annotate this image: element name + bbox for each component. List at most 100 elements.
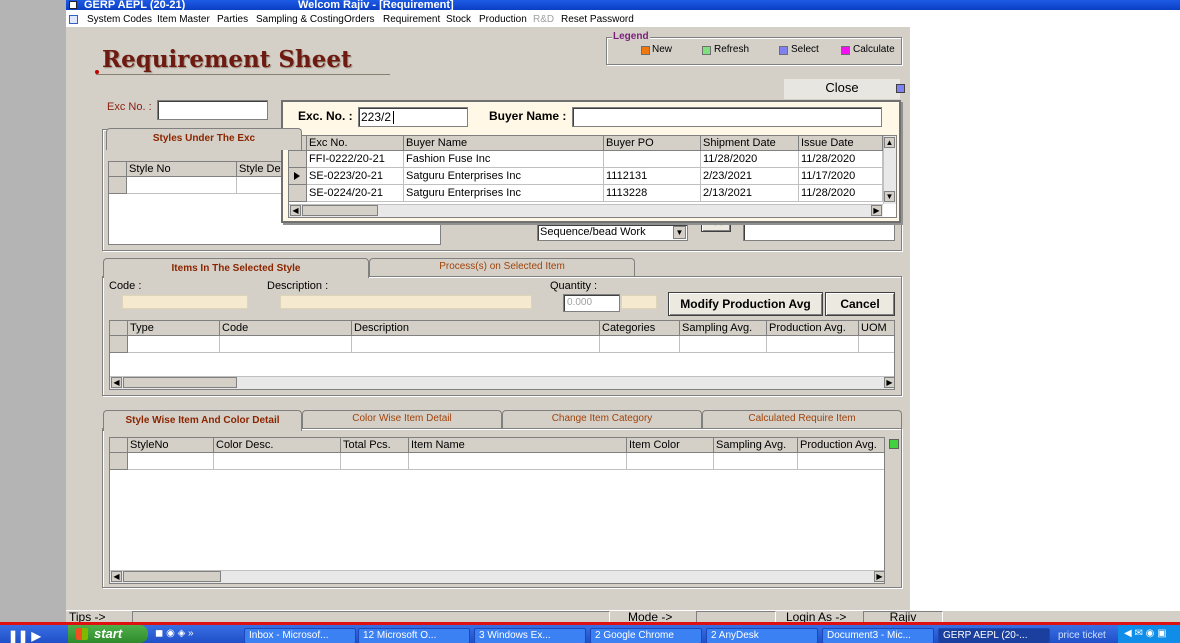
items-cell[interactable] — [680, 336, 767, 353]
detail-col-style-no[interactable]: StyleNo — [128, 438, 214, 453]
detail-col-production-avg[interactable]: Production Avg. — [798, 438, 884, 453]
items-cell[interactable] — [220, 336, 352, 353]
popup-cell-issue[interactable]: 11/17/2020 — [799, 168, 883, 185]
process-select[interactable]: Sequence/bead Work ▼ — [537, 224, 688, 241]
refresh-square-icon[interactable] — [889, 439, 899, 449]
popup-row-selector-current[interactable] — [289, 168, 307, 185]
popup-cell-shipment[interactable]: 11/28/2020 — [701, 151, 799, 168]
items-cell[interactable] — [859, 336, 894, 353]
menu-reset-password[interactable]: Reset Password — [561, 14, 634, 26]
scroll-right-icon[interactable]: ▶ — [884, 377, 894, 388]
tab-items-in-style[interactable]: Items In The Selected Style — [103, 258, 369, 278]
start-button[interactable]: start — [68, 625, 148, 643]
tab-calculated-require-item[interactable]: Calculated Require Item — [702, 410, 902, 428]
modify-production-avg-button[interactable]: Modify Production Avg — [668, 292, 823, 316]
scroll-left-icon[interactable]: ◀ — [290, 205, 301, 216]
popup-row-selector[interactable] — [289, 151, 307, 168]
chevron-down-icon[interactable]: ▼ — [673, 226, 686, 239]
detail-col-item-color[interactable]: Item Color — [627, 438, 714, 453]
detail-cell[interactable] — [714, 453, 798, 470]
scroll-down-icon[interactable]: ▼ — [884, 191, 895, 202]
popup-col-issue-date[interactable]: Issue Date — [799, 136, 883, 151]
menu-system-codes[interactable]: System Codes — [87, 14, 152, 26]
scroll-thumb[interactable] — [123, 571, 221, 582]
tab-process-on-item[interactable]: Process(s) on Selected Item — [369, 258, 635, 276]
task-document[interactable]: Document3 - Mic... — [822, 628, 934, 643]
close-button[interactable]: Close — [784, 79, 900, 99]
popup-cell-po[interactable]: 1112131 — [604, 168, 701, 185]
task-gerp-active[interactable]: GERP AEPL (20-... — [938, 628, 1050, 643]
items-col-sampling-avg[interactable]: Sampling Avg. — [680, 321, 767, 336]
detail-cell[interactable] — [214, 453, 341, 470]
items-cell[interactable] — [767, 336, 859, 353]
menu-stock[interactable]: Stock — [446, 14, 471, 26]
menu-parties[interactable]: Parties — [217, 14, 248, 26]
popup-cell-shipment[interactable]: 2/13/2021 — [701, 185, 799, 202]
scroll-right-icon[interactable]: ▶ — [874, 571, 884, 582]
detail-col-item-name[interactable]: Item Name — [409, 438, 627, 453]
popup-cell-po[interactable] — [604, 151, 701, 168]
items-row-selector[interactable] — [110, 336, 128, 353]
detail-row-selector[interactable] — [110, 453, 128, 470]
menu-production[interactable]: Production — [479, 14, 527, 26]
tab-color-wise-item[interactable]: Color Wise Item Detail — [302, 410, 502, 428]
menu-orders[interactable]: Orders — [344, 14, 375, 26]
popup-col-buyer-name[interactable]: Buyer Name — [404, 136, 604, 151]
scroll-thumb[interactable] — [302, 205, 378, 216]
menu-item-master[interactable]: Item Master — [157, 14, 210, 26]
detail-cell[interactable] — [341, 453, 409, 470]
detail-cell[interactable] — [409, 453, 627, 470]
items-col-code[interactable]: Code — [220, 321, 352, 336]
popup-cell-exc-no[interactable]: FFI-0222/20-21 — [307, 151, 404, 168]
detail-col-total-pcs[interactable]: Total Pcs. — [341, 438, 409, 453]
popup-hscrollbar[interactable]: ◀ ▶ — [289, 204, 883, 217]
items-col-description[interactable]: Description — [352, 321, 600, 336]
popup-col-buyer-po[interactable]: Buyer PO — [604, 136, 701, 151]
popup-cell-buyer[interactable]: Satguru Enterprises Inc — [404, 168, 604, 185]
items-cell[interactable] — [600, 336, 680, 353]
styles-cell[interactable] — [127, 177, 237, 194]
tab-style-wise-item[interactable]: Style Wise Item And Color Detail — [103, 410, 302, 431]
items-col-production-avg[interactable]: Production Avg. — [767, 321, 859, 336]
cancel-button[interactable]: Cancel — [825, 292, 895, 316]
task-windows-explorer[interactable]: 3 Windows Ex... — [474, 628, 586, 643]
detail-hscrollbar[interactable]: ◀ ▶ — [110, 570, 884, 583]
scroll-left-icon[interactable]: ◀ — [111, 571, 122, 582]
tray-price-ticket[interactable]: price ticket — [1058, 630, 1106, 641]
menu-requirement[interactable]: Requirement — [383, 14, 440, 26]
popup-col-shipment-date[interactable]: Shipment Date — [701, 136, 799, 151]
scroll-right-icon[interactable]: ▶ — [871, 205, 882, 216]
tray-icons[interactable]: ◀ ✉ ◉ ▣ — [1124, 628, 1167, 639]
items-col-categories[interactable]: Categories — [600, 321, 680, 336]
styles-col-style-no[interactable]: Style No — [127, 162, 237, 177]
menu-sampling-costing[interactable]: Sampling & Costing — [256, 14, 344, 26]
styles-row-selector[interactable] — [109, 177, 127, 194]
items-col-type[interactable]: Type — [128, 321, 220, 336]
popup-cell-po[interactable]: 1113228 — [604, 185, 701, 202]
task-microsoft-office[interactable]: 12 Microsoft O... — [358, 628, 470, 643]
scroll-left-icon[interactable]: ◀ — [111, 377, 122, 388]
popup-row-selector[interactable] — [289, 185, 307, 202]
tab-styles-under-exc[interactable]: Styles Under The Exc — [106, 128, 302, 150]
popup-cell-issue[interactable]: 11/28/2020 — [799, 185, 883, 202]
items-cell[interactable] — [128, 336, 220, 353]
tab-change-item-category[interactable]: Change Item Category — [502, 410, 702, 428]
popup-col-exc-no[interactable]: Exc No. — [307, 136, 404, 151]
task-google-chrome[interactable]: 2 Google Chrome — [590, 628, 702, 643]
popup-cell-exc-no[interactable]: SE-0224/20-21 — [307, 185, 404, 202]
popup-cell-exc-no[interactable]: SE-0223/20-21 — [307, 168, 404, 185]
popup-vscrollbar[interactable]: ▲ ▼ — [883, 136, 896, 204]
popup-exc-field[interactable]: 223/2 — [358, 107, 468, 127]
popup-cell-buyer[interactable]: Fashion Fuse Inc — [404, 151, 604, 168]
detail-col-sampling-avg[interactable]: Sampling Avg. — [714, 438, 798, 453]
exc-no-field[interactable] — [157, 100, 268, 120]
items-col-uom[interactable]: UOM — [859, 321, 894, 336]
scroll-thumb[interactable] — [123, 377, 237, 388]
popup-buyer-field[interactable] — [572, 107, 882, 127]
popup-cell-buyer[interactable]: Satguru Enterprises Inc — [404, 185, 604, 202]
scroll-up-icon[interactable]: ▲ — [884, 137, 895, 148]
popup-cell-issue[interactable]: 11/28/2020 — [799, 151, 883, 168]
task-anydesk[interactable]: 2 AnyDesk — [706, 628, 818, 643]
items-cell[interactable] — [352, 336, 600, 353]
detail-cell[interactable] — [627, 453, 714, 470]
